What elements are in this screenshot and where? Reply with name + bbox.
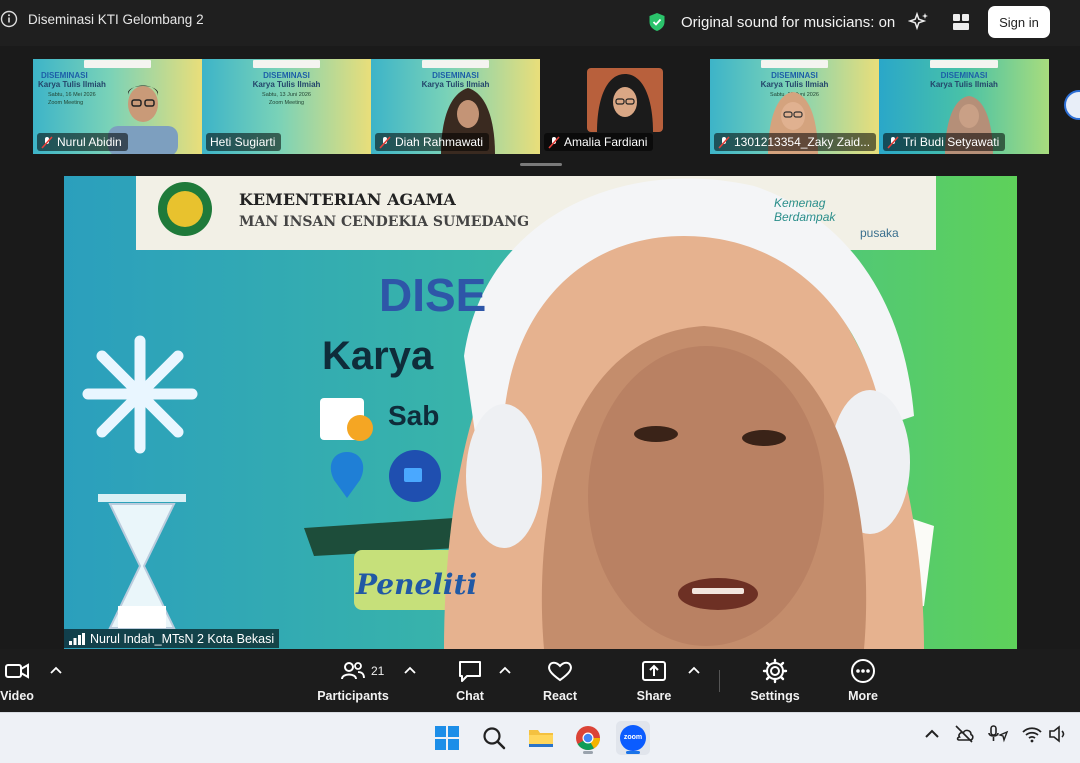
participant-name: Nurul Abidin: [57, 135, 122, 149]
participant-name-tag: Diah Rahmawati: [375, 133, 490, 151]
participant-tile[interactable]: DISEMINASI Karya Tulis Ilmiah Sabtu, 13 …: [710, 59, 879, 154]
wifi-icon[interactable]: [1021, 723, 1043, 745]
speaker-name-tag: Nurul Indah_MTsN 2 Kota Bekasi: [64, 629, 280, 648]
participant-name-tag: 1301213354_Zaky Zaid...: [714, 133, 877, 151]
chat-options-caret[interactable]: [499, 666, 511, 674]
mic-muted-icon: [548, 135, 560, 149]
mic-muted-icon: [718, 135, 730, 149]
chrome-icon: [576, 726, 600, 751]
participant-name: Heti Sugiarti: [210, 135, 276, 149]
taskbar-search-button[interactable]: [477, 721, 511, 755]
participant-name-tag: Nurul Abidin: [37, 133, 128, 151]
sign-in-button[interactable]: Sign in: [988, 6, 1050, 38]
participant-name: Diah Rahmawati: [395, 135, 484, 149]
participant-name-tag: Amalia Fardiani: [544, 133, 654, 151]
chat-label: Chat: [456, 689, 484, 703]
participant-name-tag: Tri Budi Setyawati: [883, 133, 1006, 151]
video-camera-icon: [5, 663, 29, 679]
windows-start-button[interactable]: [430, 721, 464, 755]
pusaka-logo-text: pusaka: [860, 226, 899, 240]
react-button[interactable]: React: [520, 658, 600, 703]
participants-options-caret[interactable]: [404, 666, 416, 674]
chevron-up-icon[interactable]: [921, 723, 943, 745]
participant-name: Tri Budi Setyawati: [903, 135, 1000, 149]
speaker-frame: [64, 176, 1017, 649]
heart-icon: [548, 661, 572, 682]
windows-taskbar: zoom: [0, 712, 1080, 763]
slide-text: DISEMINASI: [940, 71, 988, 80]
banner-line-2: MAN INSAN CENDEKIA SUMEDANG: [239, 214, 530, 230]
next-page-arrow[interactable]: [1064, 90, 1080, 120]
participants-icon: [341, 662, 365, 680]
slide-title: DISE: [379, 269, 487, 321]
mic-muted-icon: [379, 135, 391, 149]
video-button[interactable]: Video: [0, 658, 57, 703]
share-button[interactable]: Share: [614, 658, 694, 703]
audio-status-text[interactable]: Original sound for musicians: on: [681, 14, 895, 31]
more-dots-icon: [851, 659, 875, 683]
more-label: More: [848, 689, 878, 703]
share-screen-icon: [642, 661, 666, 681]
strip-resize-handle[interactable]: [520, 163, 562, 166]
mic-location-icon[interactable]: [987, 723, 1009, 745]
windows-start-icon: [435, 726, 459, 750]
active-speaker-video: KEMENTERIAN AGAMA MAN INSAN CENDEKIA SUM…: [64, 176, 1017, 649]
partner-logo-text: Kemenag Berdampak: [774, 196, 836, 224]
shield-icon[interactable]: [648, 12, 666, 32]
info-icon[interactable]: [0, 10, 18, 28]
participant-name: Amalia Fardiani: [564, 135, 648, 149]
signal-strength-icon: [69, 632, 85, 645]
participant-name: 1301213354_Zaky Zaid...: [734, 135, 871, 149]
title-bar: Diseminasi KTI Gelombang 2 Original soun…: [0, 0, 1080, 46]
mic-muted-icon: [41, 135, 53, 149]
file-explorer-button[interactable]: [524, 721, 558, 755]
zoom-taskbar-button[interactable]: zoom: [616, 721, 650, 755]
ai-companion-icon[interactable]: [908, 11, 930, 33]
chat-bubble-icon: [459, 661, 481, 682]
participant-tile[interactable]: DISEMINASI Karya Tulis Ilmiah Diah Rahma…: [371, 59, 540, 154]
video-options-caret[interactable]: [50, 666, 62, 674]
share-label: Share: [636, 689, 672, 703]
participant-tile[interactable]: DISEMINASI Karya Tulis Ilmiah Tri Budi S…: [879, 59, 1049, 154]
banner-line-1: KEMENTERIAN AGAMA: [239, 190, 456, 209]
slide-subtitle: Karya: [322, 334, 434, 378]
zoom-app-label: zoom: [623, 734, 643, 741]
search-icon: [483, 727, 506, 750]
settings-label: Settings: [750, 689, 800, 703]
share-options-caret[interactable]: [688, 666, 700, 674]
participants-label: Participants: [317, 689, 389, 703]
volume-icon[interactable]: [1047, 723, 1069, 745]
slide-text: DISEMINASI: [263, 71, 310, 80]
participant-tile[interactable]: Amalia Fardiani: [540, 59, 710, 154]
slide-footer: Peneliti: [356, 568, 478, 601]
participant-name-tag: Heti Sugiarti: [206, 133, 282, 151]
file-explorer-icon: [529, 730, 553, 747]
participant-video: [587, 68, 663, 132]
video-label: Video: [0, 689, 34, 703]
settings-button[interactable]: Settings: [735, 658, 815, 703]
gear-icon: [762, 658, 788, 684]
chrome-button[interactable]: [571, 721, 605, 755]
participant-tile[interactable]: DISEMINASI Karya Tulis Ilmiah Sabtu, 13 …: [202, 59, 371, 154]
chat-button[interactable]: Chat: [430, 658, 510, 703]
speaker-name: Nurul Indah_MTsN 2 Kota Bekasi: [90, 631, 275, 646]
slide-text: Zoom Meeting: [268, 100, 305, 106]
react-label: React: [542, 689, 578, 703]
view-layout-icon[interactable]: [952, 13, 970, 31]
participant-strip: DISEMINASI Karya Tulis Ilmiah Sabtu, 16 …: [0, 46, 1080, 172]
cloud-offline-icon[interactable]: [953, 723, 975, 745]
slide-text: Sabtu, 13 Juni 2026: [262, 92, 311, 98]
slide-day: Sab: [388, 400, 440, 431]
more-button[interactable]: More: [823, 658, 903, 703]
participants-count: 21: [371, 664, 385, 678]
meeting-title: Diseminasi KTI Gelombang 2: [28, 12, 204, 27]
slide-text: Karya Tulis Ilmiah: [252, 80, 321, 89]
participant-tile[interactable]: DISEMINASI Karya Tulis Ilmiah Sabtu, 16 …: [33, 59, 202, 154]
controls-divider: [719, 670, 720, 692]
mic-muted-icon: [887, 135, 899, 149]
